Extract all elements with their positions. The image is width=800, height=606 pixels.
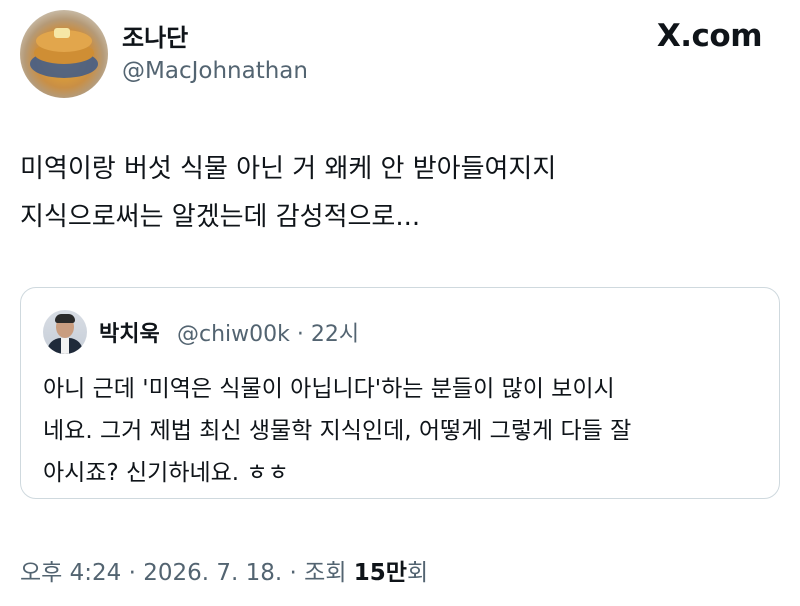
tweet-line: 지식으로써는 알겠는데 감성적으로...	[20, 202, 421, 232]
quoted-author-name[interactable]: 박치욱	[99, 316, 160, 348]
brand-logo: X.com	[656, 18, 763, 54]
quoted-tweet-time[interactable]: 22시	[311, 322, 359, 347]
quoted-tweet-line: 아시죠? 신기하네요. ㅎㅎ	[43, 460, 289, 486]
author-name[interactable]: 조나단	[122, 18, 188, 53]
quoted-author-handle[interactable]: @chiw00k	[177, 322, 290, 347]
avatar-hair-shape	[55, 314, 75, 323]
tweet-date[interactable]: 2026. 7. 18.	[143, 560, 282, 586]
footer-separator: ·	[289, 560, 297, 586]
avatar-butter-shape	[54, 28, 70, 38]
quoted-tweet-line: 네요. 그거 제법 최신 생물학 지식인데, 어떻게 그렇게 다들 잘	[43, 418, 632, 444]
tweet-footer: 오후 4:24 · 2026. 7. 18. · 조회 15만회	[20, 553, 428, 587]
x-logo-icon: X.com	[656, 18, 763, 54]
quoted-tweet-line: 아니 근데 '미역은 식물이 아닙니다'하는 분들이 많이 보이시	[43, 376, 615, 402]
tweet-text: 미역이랑 버섯 식물 아닌 거 왜케 안 받아들여지지 지식으로써는 알겠는데 …	[20, 145, 780, 241]
quoted-author-avatar[interactable]	[43, 310, 87, 354]
tweet-line: 미역이랑 버섯 식물 아닌 거 왜케 안 받아들여지지	[20, 154, 557, 184]
meta-separator: ·	[296, 322, 304, 347]
quoted-tweet-meta: @chiw00k · 22시	[177, 316, 359, 348]
views-count: 15만	[353, 560, 407, 586]
quoted-tweet-text: 아니 근데 '미역은 식물이 아닙니다'하는 분들이 많이 보이시 네요. 그거…	[43, 368, 763, 494]
author-handle[interactable]: @MacJohnathan	[122, 58, 308, 84]
quoted-tweet-card[interactable]: 박치욱 @chiw00k · 22시 아니 근데 '미역은 식물이 아닙니다'하…	[20, 287, 780, 499]
views-label: 조회	[304, 560, 347, 586]
author-avatar[interactable]	[20, 10, 108, 98]
tweet-time[interactable]: 오후 4:24	[20, 560, 121, 586]
avatar-shirt-shape	[61, 338, 69, 354]
footer-separator: ·	[128, 560, 136, 586]
views-suffix: 회	[406, 560, 429, 586]
